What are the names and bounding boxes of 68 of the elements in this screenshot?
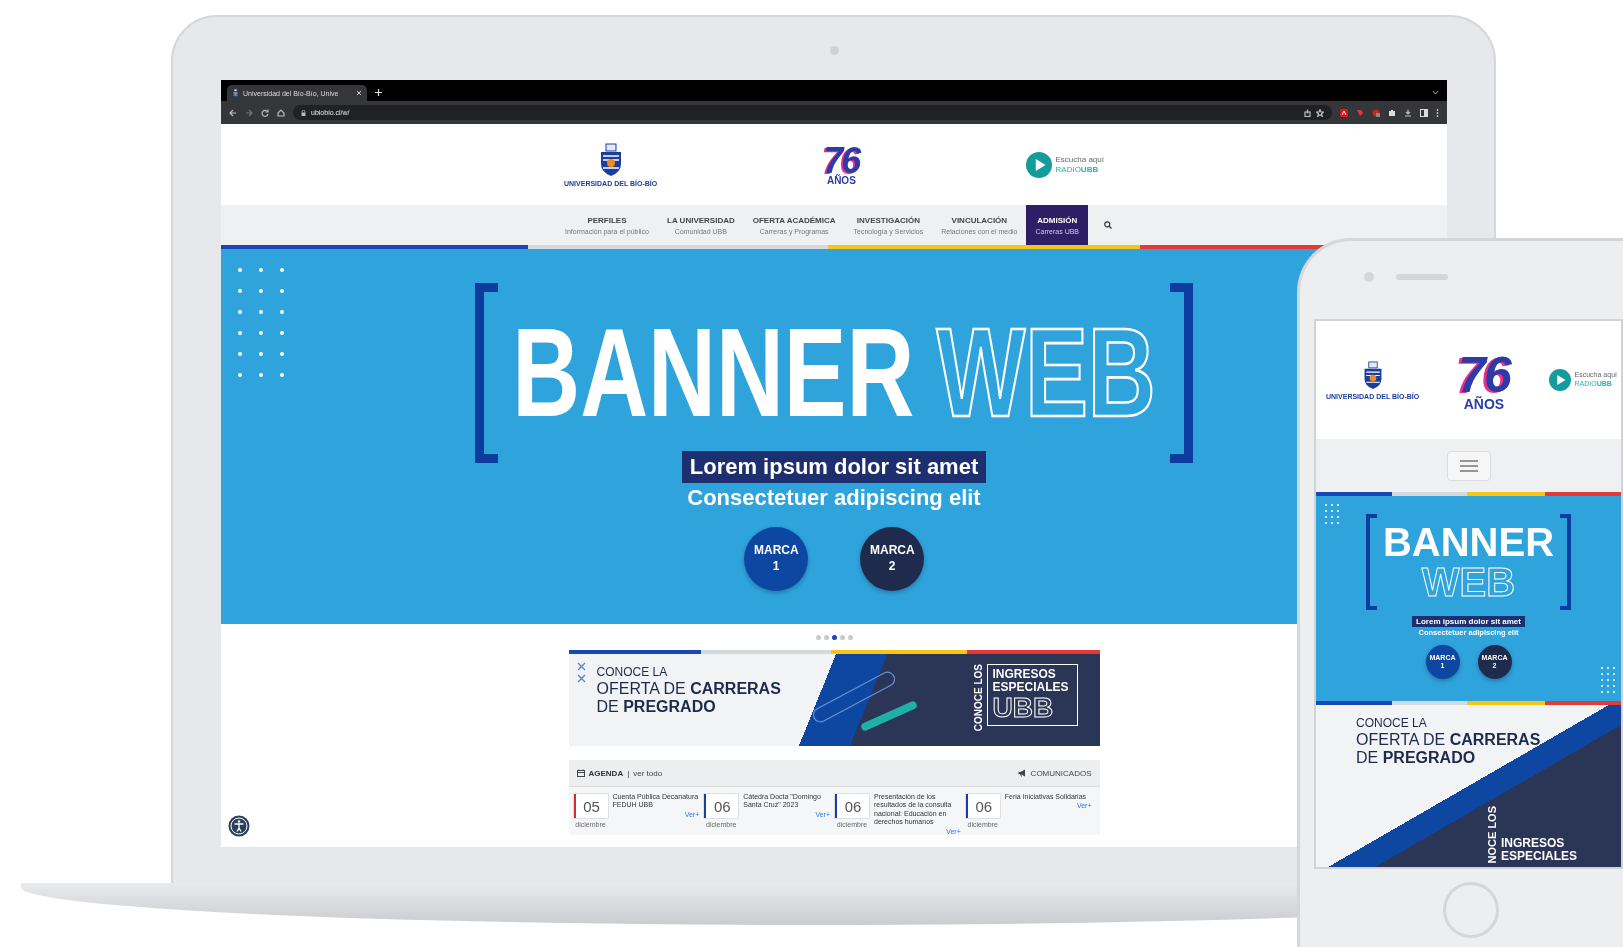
promo-text: CONOCE LA [596,666,669,680]
event-day: 06 [967,797,1000,815]
event-day: 06 [837,797,869,815]
dot-grid-drawing [1601,667,1615,693]
anniversary-word: AÑOS [826,176,856,186]
carousel-dot[interactable] [831,634,837,640]
menu-icon[interactable] [1436,108,1439,117]
brand-button[interactable]: MARCA 1 [744,527,808,591]
megaphone-icon [1017,769,1027,777]
banner-title: BANNER [1382,522,1555,562]
promo-vertical-text: NOCE LOS [1486,805,1498,863]
promo-outline-text: UBB [992,694,1055,723]
calendar-icon [576,769,585,777]
promo-text: DE PREGRADO [1356,749,1477,768]
promo-text: OFERTA DE CARRERAS [1356,730,1541,750]
carousel-dot[interactable] [823,634,829,640]
dot-grid-drawing [1325,504,1339,524]
star-icon[interactable] [1316,108,1324,117]
home-icon[interactable] [277,108,285,117]
carousel-dot[interactable] [847,634,853,640]
cross-pattern-icon [576,662,586,684]
banner-title-outline: WEB [936,309,1156,437]
plus-icon[interactable] [375,89,382,96]
puzzle-icon[interactable] [1388,108,1396,117]
favicon-icon [232,88,239,98]
promo-side-text: ESPECIALES [992,681,1069,695]
banner-title-outline: WEB [1421,562,1516,602]
play-icon [1548,369,1571,391]
promo-text: OFERTA DE CARRERAS [596,679,781,699]
speaker-grille [1396,274,1448,280]
download-icon[interactable] [1404,108,1412,117]
promo-vertical-text: CONOCE LOS [973,664,985,732]
banner-subtitle: Lorem ipsum dolor sit amet [1412,616,1525,627]
promo-side-text: INGRESOS [1501,836,1566,850]
banner-title: BANNER [512,309,915,437]
camera-icon [830,46,839,55]
reload-icon[interactable] [261,108,269,117]
event-day: 05 [575,797,608,815]
close-icon[interactable] [356,90,362,96]
agenda-title: AGENDA [588,768,624,778]
extension-icon[interactable] [1372,108,1380,117]
camera-icon [1364,272,1374,282]
radio-link[interactable]: Escucha aquí RADIOUBB [1025,151,1104,178]
event-day: 06 [706,797,739,815]
chevron-icon[interactable] [1432,90,1439,95]
share-icon[interactable] [1304,108,1311,117]
promo-text: DE PREGRADO [596,698,717,717]
banner-subtitle: Consectetuer adipiscing elit [687,485,981,511]
promo-side-text: INGRESOS [992,668,1057,682]
extension-icon[interactable] [1340,108,1348,117]
menu-icon [1459,459,1478,472]
see-all-link[interactable]: ver todo [633,768,663,778]
lock-icon [301,109,306,116]
carousel-dot[interactable] [815,634,821,640]
search-icon[interactable] [1104,221,1113,229]
play-icon [1025,151,1052,178]
forward-arrow-icon[interactable] [245,108,253,117]
menu-button[interactable] [1446,450,1491,481]
accessibility-icon[interactable] [228,815,250,837]
promo-side-text: ESPECIALES [1501,849,1578,863]
back-arrow-icon[interactable] [229,108,237,117]
carousel-dot[interactable] [839,634,845,640]
news-link[interactable]: COMUNICADOS [1030,768,1092,778]
separator-text: | [627,768,630,778]
sidebar-icon[interactable] [1420,108,1428,117]
brand-button[interactable]: MARCA 2 [860,527,924,591]
promo-text: CONOCE LA [1356,717,1428,731]
banner-subtitle: Lorem ipsum dolor sit amet [681,451,987,483]
